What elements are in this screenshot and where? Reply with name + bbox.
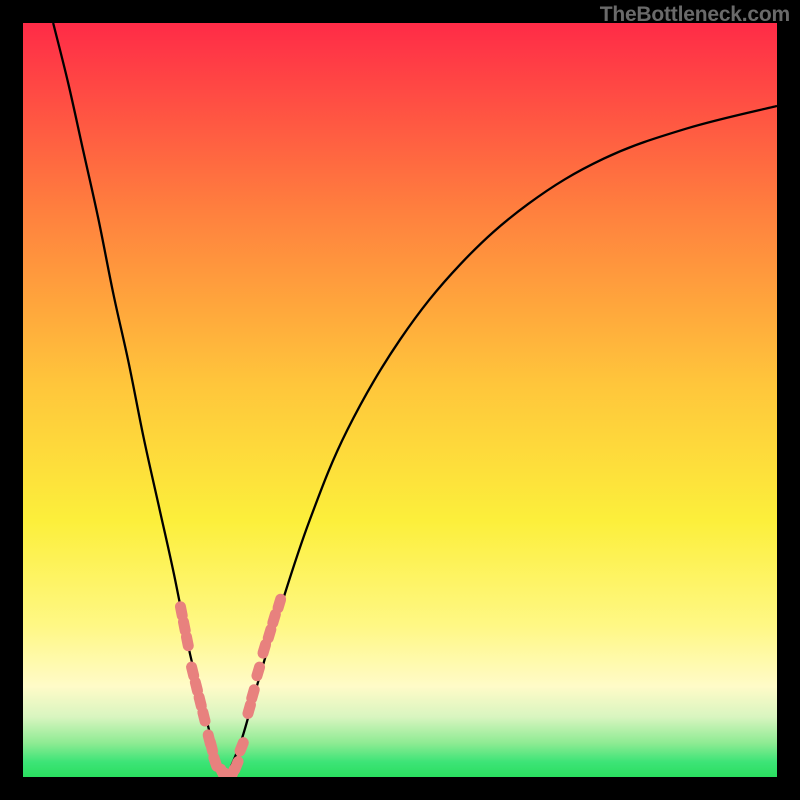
left-curve (53, 23, 226, 777)
data-marker (180, 630, 195, 652)
data-marker (196, 706, 212, 728)
chart-frame (23, 23, 777, 777)
right-curve (227, 106, 777, 777)
chart-svg (23, 23, 777, 777)
marker-layer (174, 592, 288, 777)
